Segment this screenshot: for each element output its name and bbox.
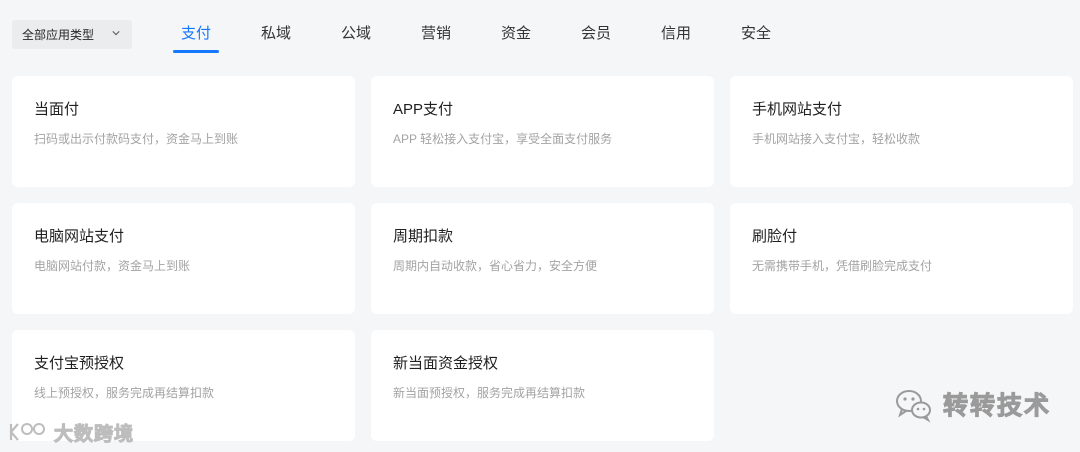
tab-funds[interactable]: 资金 [501,22,531,43]
tab-label: 营销 [420,25,452,42]
card-title: 电脑网站支付 [34,228,125,245]
watermark-text: 转转技术 [942,392,1052,421]
card-description: 电脑网站付款，资金马上到账 [34,259,191,273]
card-description: 无需携带手机，凭借刷脸完成支付 [752,259,933,273]
product-card-pc-web-pay[interactable]: 电脑网站支付 电脑网站付款，资金马上到账 [12,203,355,314]
card-description: 线上预授权，服务完成再结算扣款 [34,386,215,400]
tab-public-domain[interactable]: 公域 [341,22,371,43]
card-title: 当面付 [34,101,80,118]
card-title: 新当面资金授权 [393,355,499,372]
app-type-select-label: 全部应用类型 [22,28,95,42]
card-title: 支付宝预授权 [34,355,125,372]
card-description: 扫码或出示付款码支付，资金马上到账 [34,132,239,146]
tab-credit[interactable]: 信用 [661,22,691,43]
tab-label: 公域 [340,25,372,42]
wechat-icon [896,390,931,423]
product-card-app-pay[interactable]: APP支付 APP 轻松接入支付宝，享受全面支付服务 [371,76,714,187]
tab-label: 会员 [580,25,612,42]
product-card-new-fund-authorization[interactable]: 新当面资金授权 新当面预授权，服务完成再结算扣款 [371,330,714,441]
app-type-select[interactable]: 全部应用类型 [12,20,132,49]
tab-marketing[interactable]: 营销 [421,22,451,43]
active-tab-indicator [172,50,220,53]
tab-label: 私域 [260,25,292,42]
tab-label: 资金 [500,25,532,42]
product-card-recurring-deduction[interactable]: 周期扣款 周期内自动收款，省心省力，安全方便 [371,203,714,314]
tab-security[interactable]: 安全 [741,22,771,43]
product-card-face-scan-pay[interactable]: 刷脸付 无需携带手机，凭借刷脸完成支付 [730,203,1073,314]
tab-label: 信用 [660,25,692,42]
card-description: 周期内自动收款，省心省力，安全方便 [393,259,598,273]
watermark-text: 大数跨境 [53,423,135,445]
card-title: 手机网站支付 [752,101,843,118]
card-description: 手机网站接入支付宝，轻松收款 [752,132,921,146]
product-card-face-to-face-pay[interactable]: 当面付 扫码或出示付款码支付，资金马上到账 [12,76,355,187]
product-card-mobile-web-pay[interactable]: 手机网站支付 手机网站接入支付宝，轻松收款 [730,76,1073,187]
card-title: 周期扣款 [393,228,454,245]
card-description: APP 轻松接入支付宝，享受全面支付服务 [393,132,613,146]
tab-label: 安全 [740,25,772,42]
watermark-dashu: 大数跨境 [8,418,134,446]
tab-private-domain[interactable]: 私域 [261,22,291,43]
card-description: 新当面预授权，服务完成再结算扣款 [393,386,586,400]
tab-label: 支付 [180,25,212,42]
tab-payment[interactable]: 支付 [172,22,220,53]
watermark-zhuanzhuan: 转转技术 [893,384,1051,424]
tab-membership[interactable]: 会员 [581,22,611,43]
top-bar: 全部应用类型 支付 私域 公域 营销 资金 会员 信用 安全 [0,0,1080,60]
brand-logo-icon [9,423,45,441]
card-title: APP支付 [393,101,454,118]
chevron-down-icon [112,31,120,36]
card-title: 刷脸付 [752,228,798,245]
